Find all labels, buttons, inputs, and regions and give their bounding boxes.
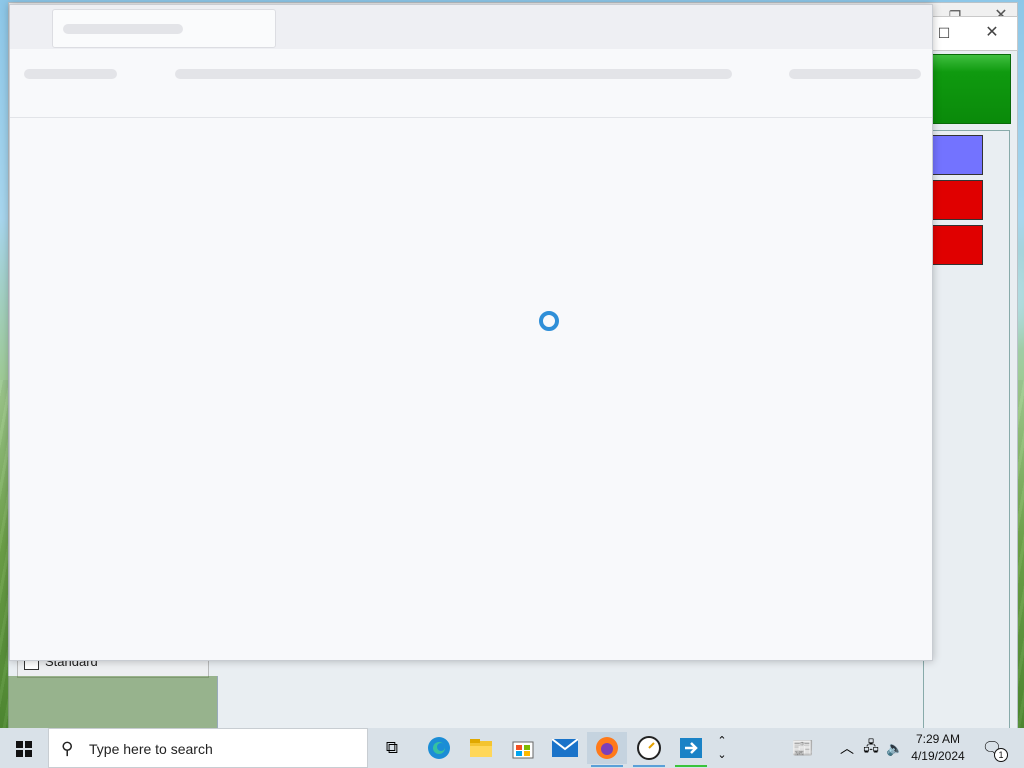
active-indicator: [591, 765, 623, 767]
header-skeleton-bar: [10, 49, 932, 118]
news-widget-icon[interactable]: 📰: [783, 732, 823, 764]
tab-title-skeleton: [63, 24, 183, 34]
header-left-skeleton: [24, 69, 117, 79]
notification-badge: 1: [994, 748, 1008, 762]
taskbar-scroll-arrows[interactable]: ⌃ ⌄: [712, 732, 732, 764]
scroll-up-icon[interactable]: ⌃: [717, 734, 726, 748]
header-center-skeleton: [175, 69, 732, 79]
task-view-icon[interactable]: ⧉: [372, 732, 412, 764]
active-indicator: [675, 765, 707, 767]
tab-placeholder: [52, 9, 276, 48]
loading-spinner-icon: [539, 311, 559, 331]
taskbar-search-box[interactable]: ⚲ Type here to search: [48, 728, 368, 768]
clock-app-icon[interactable]: [629, 732, 669, 767]
clock-date[interactable]: 4/19/2024: [908, 749, 968, 763]
network-icon[interactable]: 🖧: [860, 732, 882, 764]
windows-logo-icon: [16, 741, 32, 757]
maximize-icon[interactable]: ☐: [934, 23, 954, 43]
clock-time[interactable]: 7:29 AM: [908, 732, 968, 746]
chevron-up-icon[interactable]: ︿: [836, 732, 858, 764]
search-icon: ⚲: [61, 739, 74, 758]
start-button[interactable]: [0, 728, 48, 768]
volume-muted-icon[interactable]: 🔈: [884, 732, 906, 764]
firefox-icon[interactable]: [587, 732, 627, 767]
close-icon[interactable]: ✕: [982, 23, 1002, 43]
search-placeholder: Type here to search: [89, 741, 213, 757]
loading-window-topbar: [10, 5, 932, 49]
loading-window: [9, 4, 933, 661]
edge-icon[interactable]: [419, 732, 459, 764]
remote-app-icon[interactable]: [671, 732, 711, 767]
mail-icon[interactable]: [545, 732, 585, 764]
taskbar: ⚲ Type here to search ⧉ ⌃ ⌄ 📰 ︿ 🖧 🔈 7:29…: [0, 728, 1024, 768]
background-dialog-titlebar: ☐ ✕: [923, 16, 1018, 51]
background-panel-strip: [8, 676, 218, 728]
scroll-down-icon[interactable]: ⌄: [717, 748, 726, 762]
side-panel-frame: [923, 130, 1010, 730]
green-status-block: [923, 54, 1011, 124]
file-explorer-icon[interactable]: [461, 732, 501, 764]
store-icon[interactable]: [503, 732, 543, 764]
active-indicator: [633, 765, 665, 767]
header-right-skeleton: [789, 69, 921, 79]
